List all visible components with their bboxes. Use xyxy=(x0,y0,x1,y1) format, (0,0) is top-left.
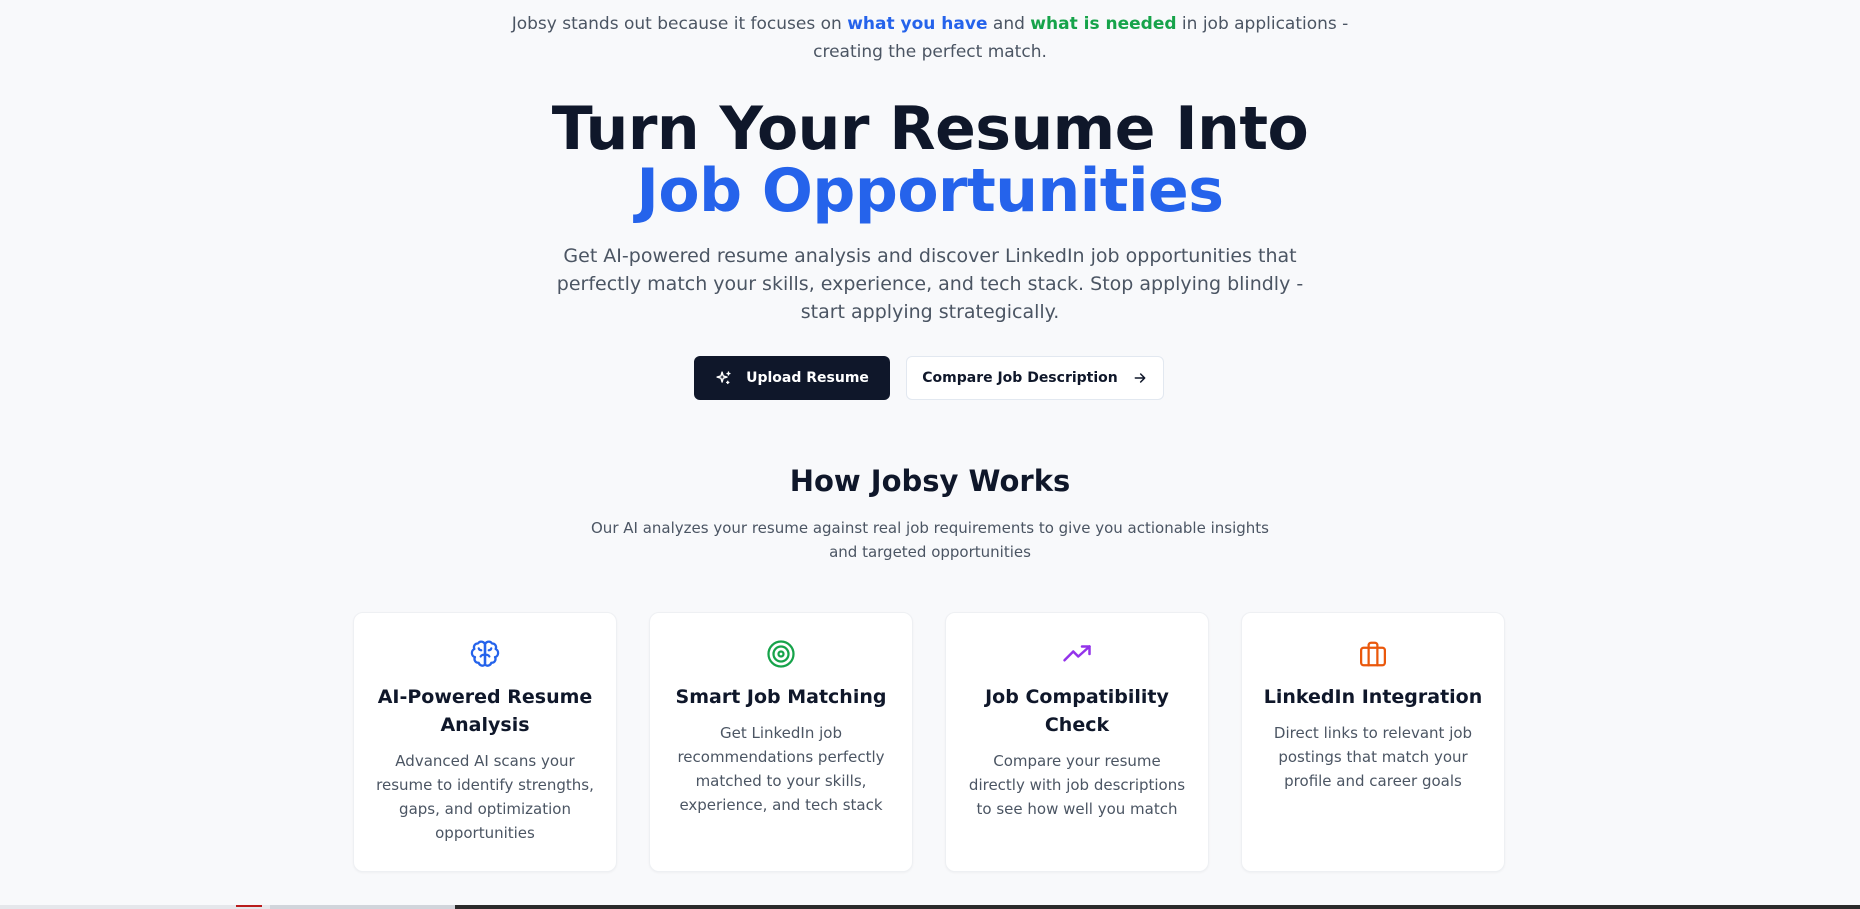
upload-resume-button[interactable]: Upload Resume xyxy=(694,356,890,400)
compare-job-description-label: Compare Job Description xyxy=(922,370,1118,386)
tagline-highlight-have: what you have xyxy=(847,14,988,34)
feature-card-resume-analysis: AI-Powered Resume Analysis Advanced AI s… xyxy=(353,612,617,872)
hero-title-accent: Job Opportunities xyxy=(636,156,1224,226)
hero-actions: Upload Resume Compare Job Description xyxy=(694,356,1164,400)
sparkles-icon xyxy=(715,370,732,387)
hero-subtitle: Get AI-powered resume analysis and disco… xyxy=(0,242,1860,326)
tagline: Jobsy stands out because it focuses on w… xyxy=(0,10,1860,66)
landing-page: Jobsy stands out because it focuses on w… xyxy=(0,0,1860,909)
feature-description: Advanced AI scans your resume to identif… xyxy=(376,752,594,842)
tagline-middle: and xyxy=(987,14,1031,34)
feature-card-compatibility-check: Job Compatibility Check Compare your res… xyxy=(945,612,1209,872)
tagline-highlight-needed: what is needed xyxy=(1030,14,1177,34)
hero-subtitle-text: Get AI-powered resume analysis and disco… xyxy=(556,245,1304,323)
taskbar-edge xyxy=(0,905,1860,909)
how-it-works-subtitle-text: Our AI analyzes your resume against real… xyxy=(591,519,1269,561)
arrow-right-icon xyxy=(1132,370,1148,386)
target-icon xyxy=(670,639,892,669)
feature-cards: AI-Powered Resume Analysis Advanced AI s… xyxy=(353,612,1505,872)
briefcase-icon xyxy=(1262,639,1484,669)
brain-icon xyxy=(374,639,596,669)
feature-card-linkedin-integration: LinkedIn Integration Direct links to rel… xyxy=(1241,612,1505,872)
feature-title: Smart Job Matching xyxy=(675,686,887,708)
tagline-prefix: Jobsy stands out because it focuses on xyxy=(511,14,848,34)
feature-description: Get LinkedIn job recommendations perfect… xyxy=(677,724,885,814)
hero-title: Turn Your Resume Into Job Opportunities xyxy=(0,98,1860,222)
upload-resume-label: Upload Resume xyxy=(746,370,869,386)
feature-description: Direct links to relevant job postings th… xyxy=(1273,724,1473,790)
feature-title: LinkedIn Integration xyxy=(1263,686,1483,708)
how-it-works-title: How Jobsy Works xyxy=(789,464,1071,498)
compare-job-description-button[interactable]: Compare Job Description xyxy=(906,356,1164,400)
how-it-works-subtitle: Our AI analyzes your resume against real… xyxy=(0,516,1860,564)
feature-description: Compare your resume directly with job de… xyxy=(968,752,1186,818)
feature-title: Job Compatibility Check xyxy=(985,686,1169,736)
feature-card-job-matching: Smart Job Matching Get LinkedIn job reco… xyxy=(649,612,913,872)
feature-title: AI-Powered Resume Analysis xyxy=(377,686,593,736)
hero-title-main: Turn Your Resume Into xyxy=(551,94,1309,164)
trending-up-icon xyxy=(966,639,1188,669)
